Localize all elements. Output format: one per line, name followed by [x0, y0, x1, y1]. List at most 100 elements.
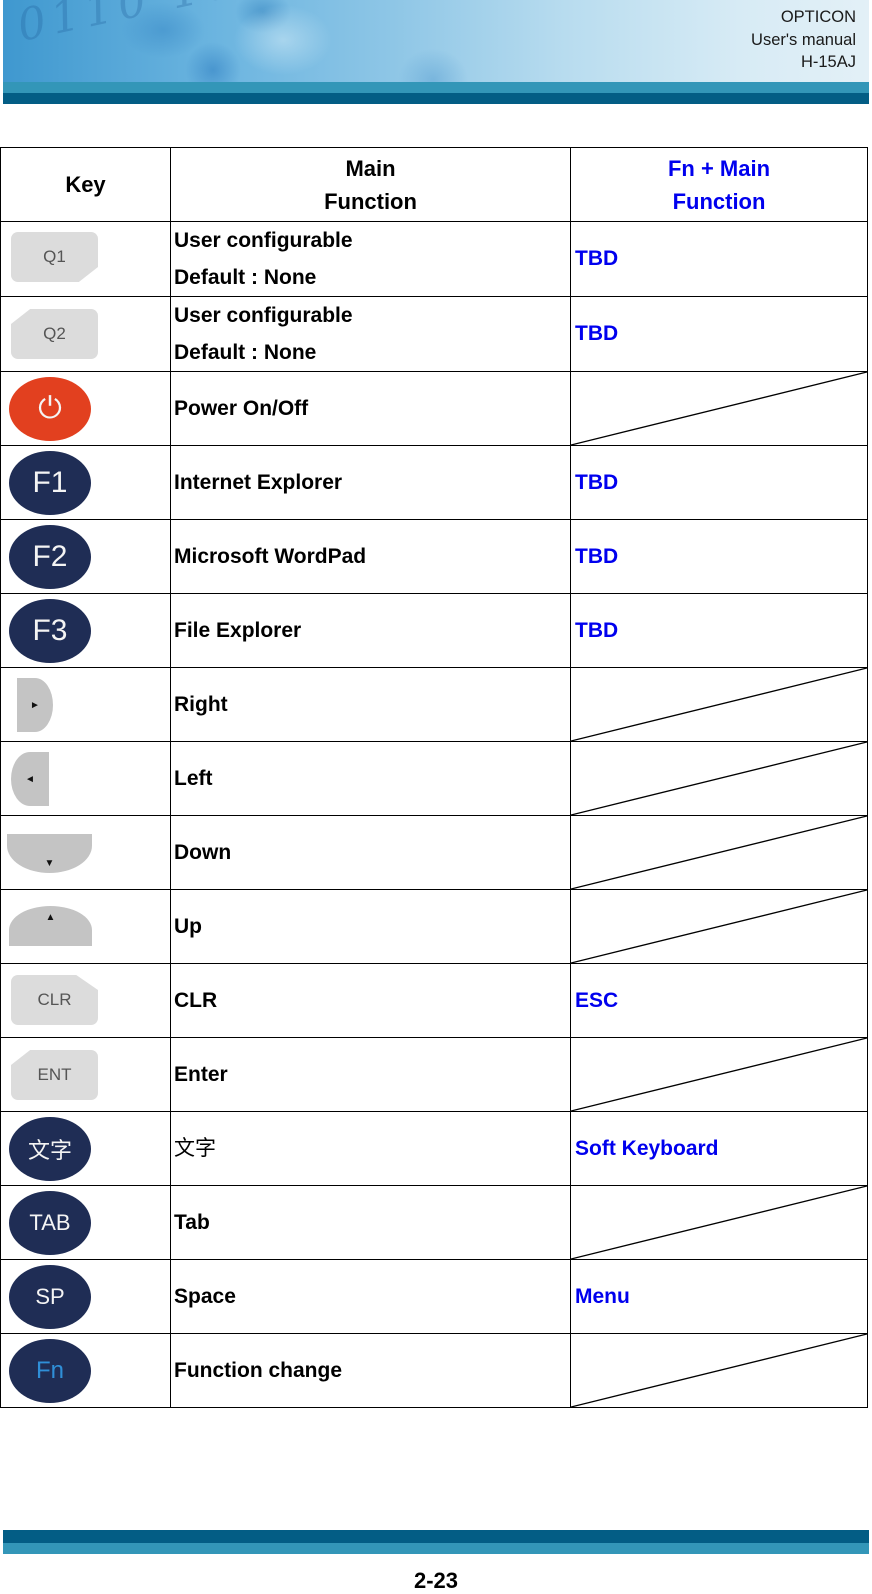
- main-function-text: Tab: [174, 1211, 210, 1234]
- fn-function-cell: Menu: [570, 1259, 868, 1334]
- main-function-cell: 文字: [170, 1111, 571, 1186]
- key-function-table: Key Main Function Fn + Main Function Q1 U…: [0, 147, 868, 1408]
- main-function-text: Down: [174, 841, 232, 864]
- fn-function-text: TBD: [575, 322, 619, 345]
- table-row: Q1 User configurable Default : None TBD: [0, 221, 868, 297]
- key-label: ◄: [25, 773, 35, 785]
- banner-dark-band: [3, 93, 869, 104]
- fn-function-cell: [570, 1037, 868, 1112]
- header-key: Key: [0, 147, 171, 222]
- footer-dark-band: [3, 1530, 869, 1543]
- fn-function-cell: TBD: [570, 519, 868, 594]
- table-row: F2 Microsoft WordPad TBD: [0, 519, 868, 594]
- fn-function-cell: [570, 889, 868, 964]
- main-function-cell: User configurable Default : None: [170, 221, 571, 297]
- main-function-cell: Down: [170, 815, 571, 890]
- fn-function-cell: [570, 371, 868, 446]
- space-key-icon: SP: [9, 1265, 91, 1329]
- fn-function-text: ESC: [575, 988, 619, 1012]
- f3-key-icon: F3: [9, 599, 91, 663]
- key-cell: Q1: [0, 221, 171, 297]
- fn-function-cell: ESC: [570, 963, 868, 1038]
- not-applicable-slash: [571, 816, 867, 889]
- key-label: TAB: [29, 1210, 71, 1235]
- not-applicable-slash: [571, 890, 867, 963]
- header-banner: 0110 1001 10: [3, 0, 869, 104]
- table-row: F3 File Explorer TBD: [0, 593, 868, 668]
- tab-key-icon: TAB: [9, 1191, 91, 1255]
- fn-function-cell: TBD: [570, 296, 868, 372]
- main-function-text: Power On/Off: [174, 397, 309, 420]
- key-cell: F2: [0, 519, 171, 594]
- fn-function-cell: [570, 667, 868, 742]
- main-function-text: Microsoft WordPad: [174, 545, 367, 568]
- key-label: 文字: [27, 1138, 72, 1163]
- main-function-text: Right: [174, 693, 228, 716]
- table-row: F1 Internet Explorer TBD: [0, 445, 868, 520]
- not-applicable-slash: [571, 1186, 867, 1259]
- fn-function-text: Menu: [575, 1284, 630, 1308]
- key-cell: TAB: [0, 1185, 171, 1260]
- main-function-text: Space: [174, 1285, 236, 1308]
- main-function-cell: Enter: [170, 1037, 571, 1112]
- not-applicable-slash: [571, 668, 867, 741]
- key-cell: ENT: [0, 1037, 171, 1112]
- q2-key-icon: Q2: [11, 309, 98, 359]
- table-header-row: Key Main Function Fn + Main Function: [0, 147, 868, 222]
- fn-function-cell: [570, 1185, 868, 1260]
- key-label: F1: [32, 466, 68, 499]
- key-label: ►: [30, 699, 40, 711]
- model-name: H-15AJ: [800, 53, 856, 71]
- table-row: 文字 文字 Soft Keyboard: [0, 1111, 868, 1186]
- right-arrow-key-icon: ►: [17, 678, 53, 732]
- key-cell: ⏻: [0, 371, 171, 446]
- clr-key-icon: CLR: [11, 975, 98, 1025]
- table-row: ⏻ Power On/Off: [0, 371, 868, 446]
- header-main-function: Main Function: [170, 147, 571, 222]
- fn-function-text: TBD: [575, 618, 619, 642]
- table-row: ENT Enter: [0, 1037, 868, 1112]
- key-cell: ▼: [0, 815, 171, 890]
- header-fn-main-function: Fn + Main Function: [570, 147, 868, 222]
- brand-name: OPTICON: [780, 8, 856, 26]
- main-function-text: Default : None: [174, 266, 317, 289]
- main-function-text: Up: [174, 915, 202, 938]
- not-applicable-slash: [571, 372, 867, 445]
- key-label: SP: [35, 1284, 65, 1309]
- footer-light-band: [3, 1543, 869, 1554]
- fn-function-text: TBD: [575, 247, 619, 270]
- table-row: SP Space Menu: [0, 1259, 868, 1334]
- key-cell: Q2: [0, 296, 171, 372]
- table-row: ► Right: [0, 667, 868, 742]
- fn-function-cell: Soft Keyboard: [570, 1111, 868, 1186]
- key-cell: F1: [0, 445, 171, 520]
- table-row: ▼ Down: [0, 815, 868, 890]
- key-label: ▲: [45, 912, 56, 923]
- main-function-text: Internet Explorer: [174, 471, 343, 494]
- ent-key-icon: ENT: [11, 1050, 98, 1100]
- page-number: 2-23: [413, 1568, 459, 1593]
- fn-key-icon: Fn: [9, 1339, 91, 1403]
- banner-artwork: 0110 1001 10: [3, 0, 869, 82]
- key-label: Fn: [35, 1357, 64, 1384]
- fn-function-text: TBD: [575, 470, 619, 494]
- table-row: ◄ Left: [0, 741, 868, 816]
- doc-type: User's manual: [751, 30, 856, 49]
- fn-function-cell: TBD: [570, 445, 868, 520]
- not-applicable-slash: [571, 1334, 867, 1407]
- key-cell: ◄: [0, 741, 171, 816]
- key-label: F3: [32, 614, 68, 647]
- key-cell: Fn: [0, 1333, 171, 1408]
- banner-binary-digits: 0110 1001 10: [13, 0, 395, 52]
- key-cell: 文字: [0, 1111, 171, 1186]
- table-row: Fn Function change: [0, 1333, 868, 1408]
- main-function-text: Function change: [174, 1359, 342, 1382]
- f2-key-icon: F2: [9, 525, 91, 589]
- down-arrow-key-icon: ▼: [7, 834, 92, 873]
- main-function-cell: Tab: [170, 1185, 571, 1260]
- fn-function-cell: [570, 741, 868, 816]
- main-function-cell: Up: [170, 889, 571, 964]
- key-cell: ▲: [0, 889, 171, 964]
- key-label: ⏻: [38, 392, 62, 425]
- main-function-cell: Internet Explorer: [170, 445, 571, 520]
